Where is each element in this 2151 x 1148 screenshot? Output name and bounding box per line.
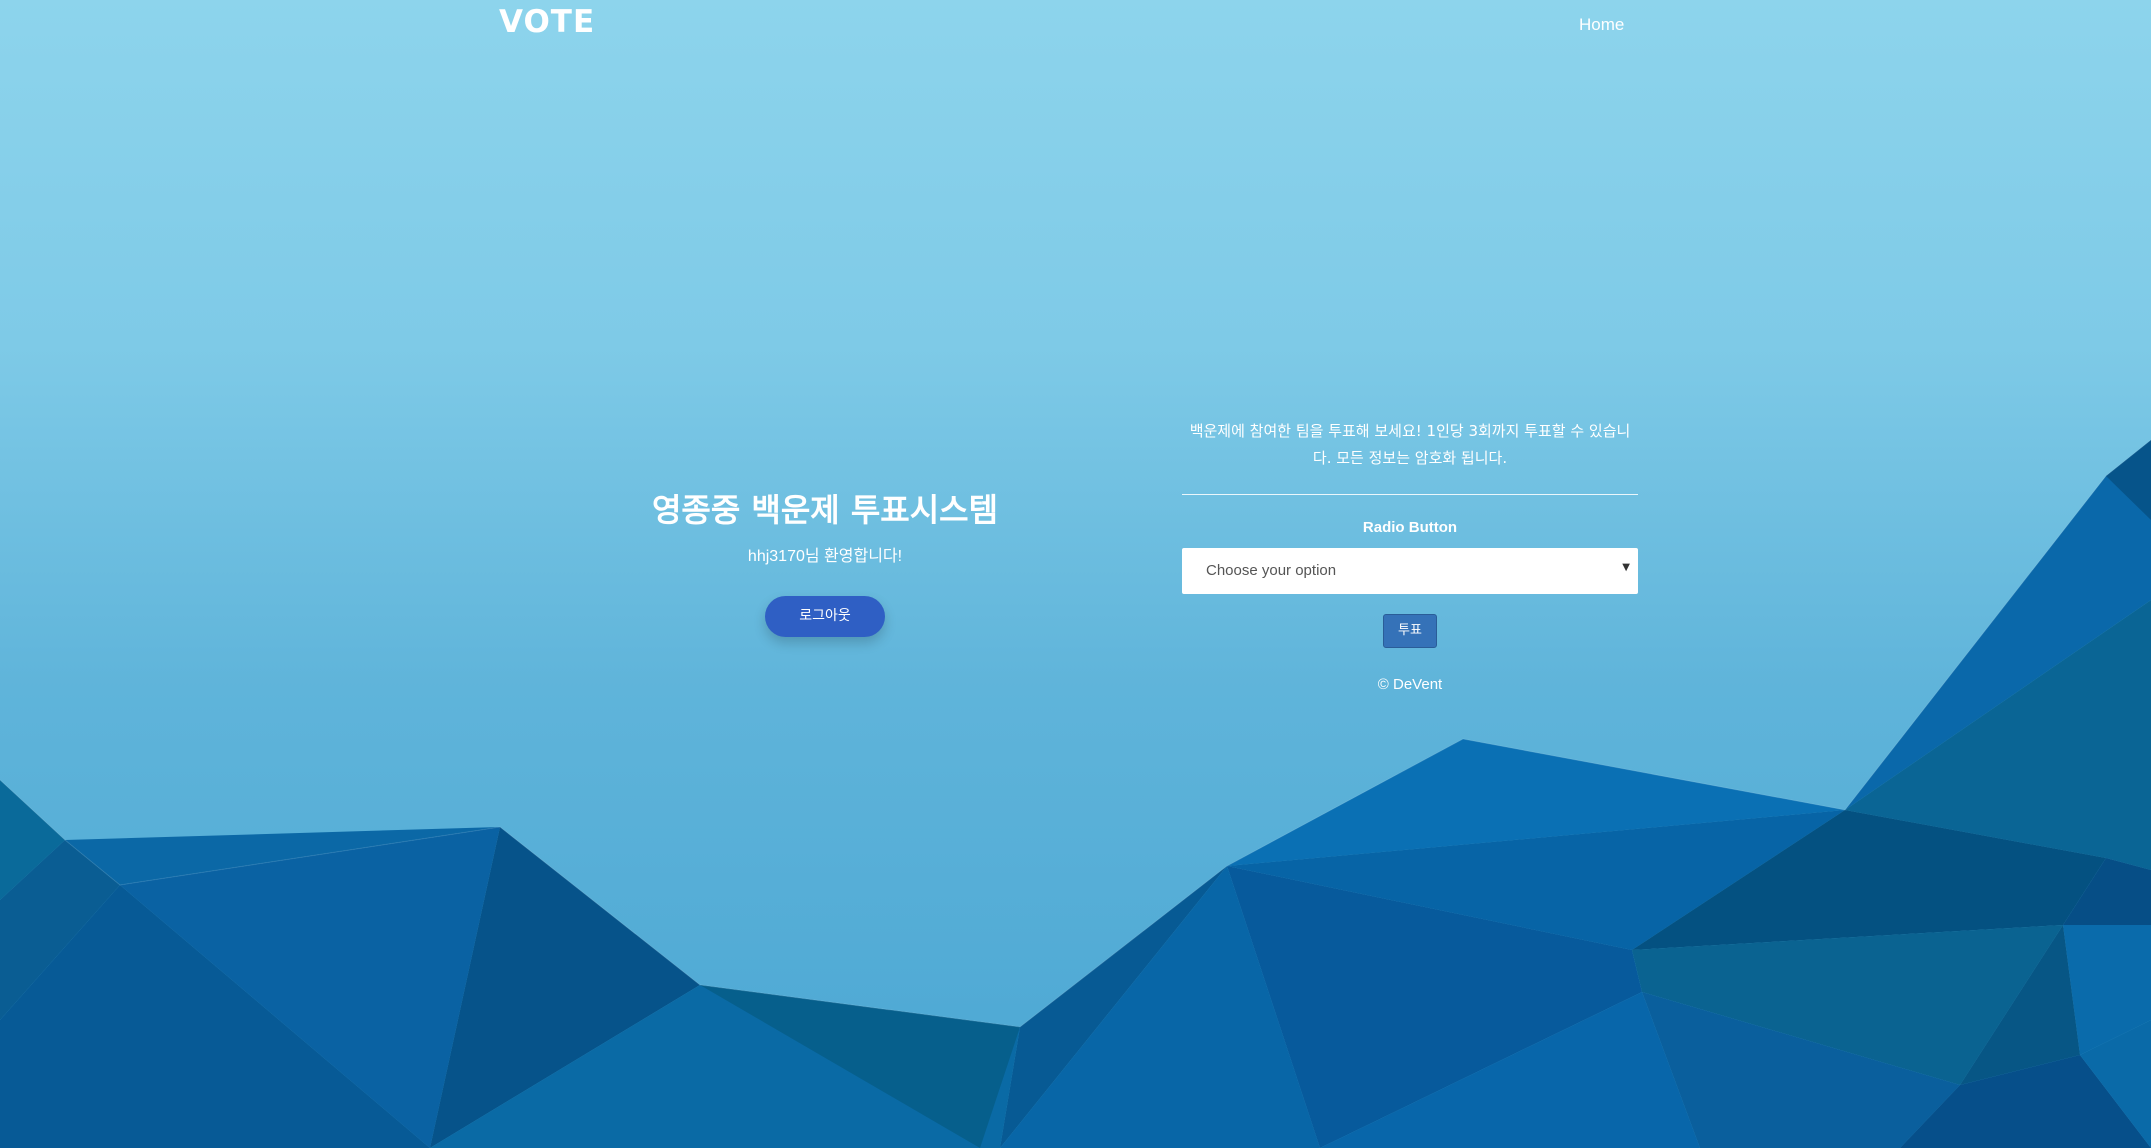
welcome-message: hhj3170님 환영합니다! (747, 548, 903, 565)
team-select[interactable]: Choose your option ▼ (1182, 548, 1638, 594)
brand-logo[interactable]: VOTE (499, 4, 595, 40)
navbar: VOTE Home (0, 0, 2151, 52)
page-title: 영종중 백운제 투표시스템 (651, 491, 999, 529)
copyright-footer: © DeVent (1377, 676, 1443, 693)
vote-form: 백운제에 참여한 팀을 투표해 보세요! 1인당 3회까지 투표할 수 있습니다… (1182, 418, 1638, 693)
section-label: Radio Button (1362, 519, 1458, 536)
select-placeholder: Choose your option (1206, 562, 1337, 579)
vote-submit-button[interactable]: 투표 (1383, 614, 1437, 648)
polygon-background (0, 439, 2151, 1148)
nav-home-link[interactable]: Home (1579, 15, 1624, 35)
logout-button[interactable]: 로그아웃 (765, 596, 885, 637)
hero-section: 영종중 백운제 투표시스템 hhj3170님 환영합니다! 로그아웃 (625, 480, 1025, 637)
divider (1182, 494, 1638, 495)
vote-instructions: 백운제에 참여한 팀을 투표해 보세요! 1인당 3회까지 투표할 수 있습니다… (1189, 422, 1631, 467)
dropdown-arrow-icon: ▼ (1622, 562, 1630, 573)
